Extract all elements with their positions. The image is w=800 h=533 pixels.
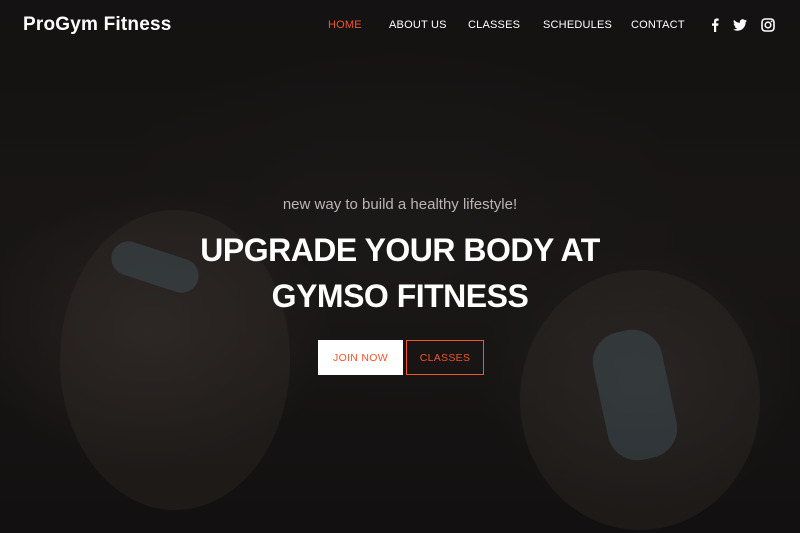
instagram-icon[interactable] xyxy=(761,18,775,32)
top-navbar: ProGym Fitness HOME ABOUT US CLASSES SCH… xyxy=(0,0,800,52)
nav-contact[interactable]: CONTACT xyxy=(631,19,685,31)
nav-classes[interactable]: CLASSES xyxy=(468,19,520,31)
nav-home[interactable]: HOME xyxy=(328,19,362,31)
hero-headline-line-2: GYMSO FITNESS xyxy=(271,278,529,314)
brand-logo[interactable]: ProGym Fitness xyxy=(23,14,172,36)
nav-schedules[interactable]: SCHEDULES xyxy=(543,19,612,31)
join-now-button[interactable]: JOIN NOW xyxy=(318,340,403,375)
nav-about-us[interactable]: ABOUT US xyxy=(389,19,447,31)
facebook-icon[interactable] xyxy=(708,18,722,32)
classes-button[interactable]: CLASSES xyxy=(406,340,484,375)
twitter-icon[interactable] xyxy=(733,18,747,32)
hero-tagline: new way to build a healthy lifestyle! xyxy=(282,196,518,213)
hero-headline-line-1: UPGRADE YOUR BODY AT xyxy=(200,232,600,268)
